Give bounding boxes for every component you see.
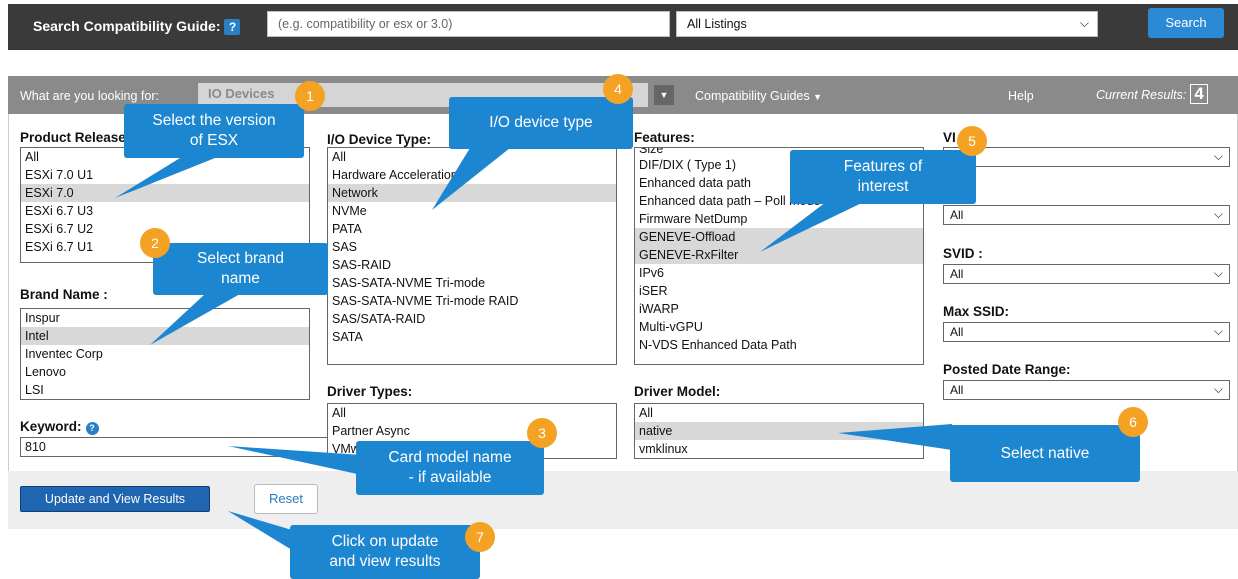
step-badge-7: 7 xyxy=(465,522,495,552)
callout-features-interest: Features of interest xyxy=(790,150,976,204)
pointer-4 xyxy=(432,148,510,210)
pointer-1 xyxy=(115,158,215,198)
step-badge-6: 6 xyxy=(1118,407,1148,437)
callout-card-model: Card model name - if available xyxy=(356,441,544,495)
callout-io-device-type: I/O device type xyxy=(449,97,633,149)
step-badge-3: 3 xyxy=(527,418,557,448)
pointer-7 xyxy=(228,511,292,550)
pointer-6 xyxy=(838,424,952,450)
pointer-5 xyxy=(760,199,870,252)
step-badge-1: 1 xyxy=(295,81,325,111)
step-badge-2: 2 xyxy=(140,228,170,258)
step-badge-5: 5 xyxy=(957,126,987,156)
pointer-2 xyxy=(150,294,240,345)
pointer-3 xyxy=(228,446,362,475)
step-badge-4: 4 xyxy=(603,74,633,104)
callout-select-native: Select native xyxy=(950,425,1140,482)
callout-select-esx-version: Select the version of ESX xyxy=(124,104,304,158)
callout-update-results: Click on update and view results xyxy=(290,525,480,579)
callout-select-brand: Select brand name xyxy=(153,243,328,295)
